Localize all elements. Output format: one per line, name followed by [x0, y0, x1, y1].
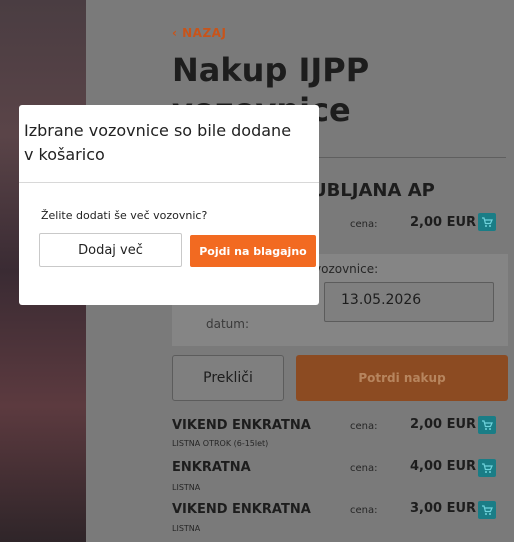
- cart-icon: [482, 217, 493, 227]
- ticket-name: ENKRATNA: [172, 460, 251, 475]
- ticket-price-label: cena:: [350, 421, 378, 432]
- modal-divider: [19, 182, 319, 183]
- ticket-sub: LISTNA: [172, 524, 201, 533]
- route-add-to-cart-button[interactable]: [478, 213, 496, 231]
- confirm-purchase-button[interactable]: Potrdi nakup: [296, 355, 508, 401]
- route-price-value: 2,00 EUR: [410, 215, 477, 230]
- modal-title: Izbrane vozovnice so bile dodane v košar…: [24, 121, 292, 164]
- ticket-sub: LISTNA: [172, 483, 201, 492]
- ticket-name: VIKEND ENKRATNA: [172, 418, 311, 433]
- ticket-add-to-cart-button[interactable]: [478, 501, 496, 519]
- modal-question: Želite dodati še več vozovnic?: [41, 209, 208, 222]
- ticket-price-label: cena:: [350, 505, 378, 516]
- ticket-price-label: cena:: [350, 463, 378, 474]
- route-price-label: cena:: [350, 219, 378, 230]
- checkout-button[interactable]: Pojdi na blagajno: [190, 235, 316, 267]
- date-label: datum:: [206, 317, 250, 331]
- ticket-name: VIKEND ENKRATNA: [172, 502, 311, 517]
- ticket-add-to-cart-button[interactable]: [478, 459, 496, 477]
- cart-icon: [482, 505, 493, 515]
- route-name: UBLJANA AP: [312, 180, 435, 201]
- cart-icon: [482, 463, 493, 473]
- date-input[interactable]: 13.05.2026: [324, 282, 494, 322]
- add-more-button[interactable]: Dodaj več: [39, 233, 182, 267]
- ticket-price: 2,00 EUR: [410, 417, 477, 432]
- ticket-add-to-cart-button[interactable]: [478, 416, 496, 434]
- cart-icon: [482, 420, 493, 430]
- ticket-price: 3,00 EUR: [410, 501, 477, 516]
- ticket-price: 4,00 EUR: [410, 459, 477, 474]
- back-link[interactable]: ‹ NAZAJ: [172, 26, 226, 40]
- added-to-cart-modal: Izbrane vozovnice so bile dodane v košar…: [19, 105, 319, 305]
- ticket-sub: LISTNA OTROK (6-15let): [172, 439, 269, 448]
- cancel-button[interactable]: Prekliči: [172, 355, 284, 401]
- tickets-label: vozovnice:: [314, 262, 379, 276]
